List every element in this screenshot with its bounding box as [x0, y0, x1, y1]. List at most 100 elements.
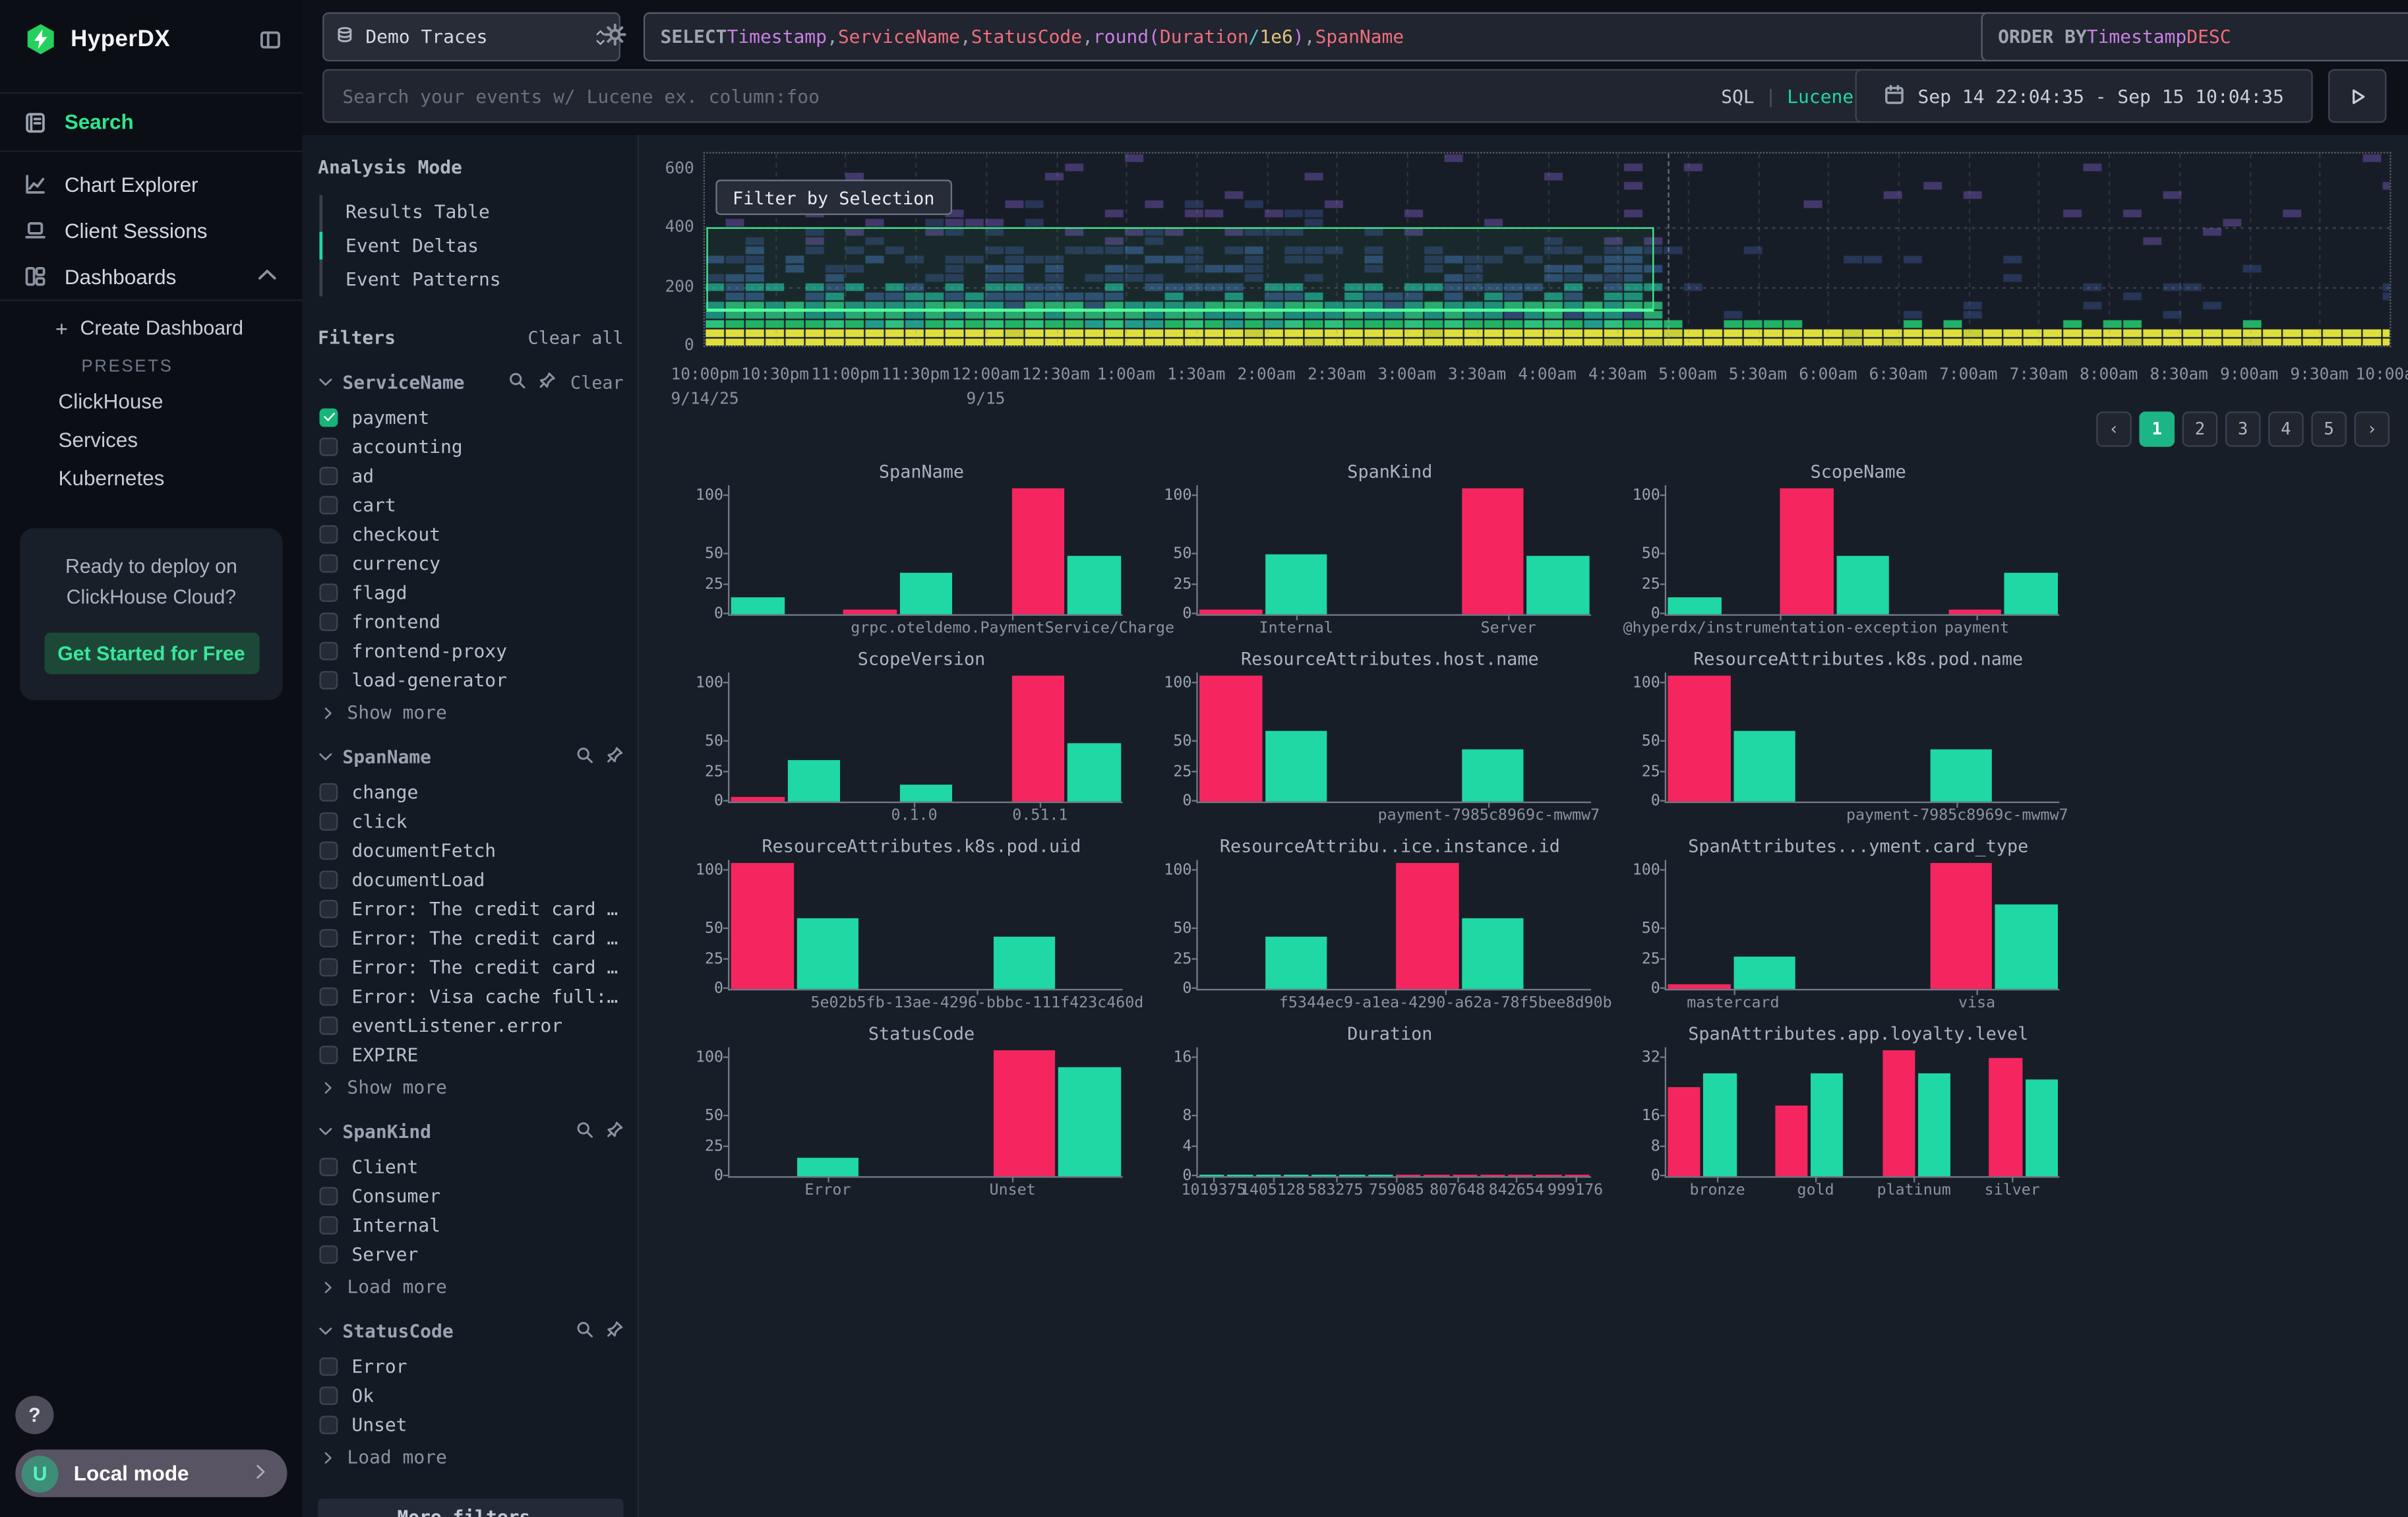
sidebar-item-chart-explorer[interactable]: Chart Explorer — [0, 162, 303, 208]
search-input[interactable] — [340, 84, 1709, 108]
filter-option-error[interactable]: Error — [319, 1356, 623, 1376]
filter-option-error-visa-cache-full[interactable]: Error: Visa cache full: … — [319, 986, 623, 1005]
filter-option-error-the-credit-card[interactable]: Error: The credit card (… — [319, 928, 623, 947]
checkbox[interactable] — [319, 1045, 338, 1063]
checkbox[interactable] — [319, 783, 338, 801]
filter-option-ad[interactable]: ad — [319, 465, 623, 485]
filter-option-load-generator[interactable]: load-generator — [319, 669, 623, 689]
page-button-4[interactable]: 4 — [2268, 411, 2304, 447]
filter-option-frontend-proxy[interactable]: frontend-proxy — [319, 640, 623, 660]
checkbox[interactable] — [319, 1215, 338, 1234]
checkbox[interactable] — [319, 986, 338, 1005]
events-heatmap[interactable]: Filter by Selection — [705, 154, 2390, 345]
checkbox[interactable] — [319, 583, 338, 601]
page-button-2[interactable]: 2 — [2182, 411, 2218, 447]
chevron-down-icon[interactable] — [318, 374, 333, 390]
chevron-down-icon[interactable] — [318, 1324, 333, 1339]
checkbox[interactable] — [319, 1357, 338, 1375]
checkbox[interactable] — [319, 641, 338, 659]
load-more[interactable]: Load more — [321, 1446, 624, 1468]
pin-action[interactable] — [607, 746, 624, 768]
checkbox[interactable] — [319, 957, 338, 976]
lucene-toggle[interactable]: Lucene — [1787, 85, 1853, 107]
filter-option-error-the-credit-card[interactable]: Error: The credit card (… — [319, 899, 623, 918]
page-button-3[interactable]: 3 — [2225, 411, 2261, 447]
prev-page-button[interactable]: ‹ — [2096, 411, 2132, 447]
checkbox[interactable] — [319, 841, 338, 859]
filter-option-error-the-credit-card[interactable]: Error: The credit card (… — [319, 957, 623, 976]
filter-by-selection-button[interactable]: Filter by Selection — [715, 180, 951, 216]
filter-option-accounting[interactable]: accounting — [319, 436, 623, 456]
analysis-mode-event-patterns[interactable]: Event Patterns — [322, 262, 624, 296]
filter-option-flagd[interactable]: flagd — [319, 582, 623, 602]
filter-option-unset[interactable]: Unset — [319, 1414, 623, 1434]
sidebar-collapse-button[interactable] — [260, 28, 282, 50]
checkbox[interactable] — [319, 812, 338, 830]
page-button-5[interactable]: 5 — [2311, 411, 2347, 447]
filter-option-ok[interactable]: Ok — [319, 1385, 623, 1405]
load-more[interactable]: Load more — [321, 1276, 624, 1297]
help-button[interactable]: ? — [15, 1396, 53, 1434]
date-range-picker[interactable]: Sep 14 22:04:35 - Sep 15 10:04:35 — [1855, 69, 2313, 123]
filter-option-server[interactable]: Server — [319, 1244, 623, 1264]
filter-option-consumer[interactable]: Consumer — [319, 1185, 623, 1205]
checkbox[interactable] — [319, 928, 338, 947]
sidebar-item-dashboards[interactable]: Dashboards — [0, 253, 303, 301]
page-button-1[interactable]: 1 — [2139, 411, 2175, 447]
checkbox[interactable] — [319, 670, 338, 689]
sidebar-preset-services[interactable]: Services — [0, 421, 303, 459]
checkbox[interactable] — [319, 1016, 338, 1034]
search-action[interactable] — [576, 1121, 593, 1143]
checkbox[interactable] — [319, 524, 338, 543]
checkbox[interactable] — [319, 1245, 338, 1263]
sidebar-item-client-sessions[interactable]: Client Sessions — [0, 207, 303, 253]
analysis-mode-results-table[interactable]: Results Table — [322, 195, 624, 229]
chevron-down-icon[interactable] — [318, 750, 333, 765]
source-select[interactable]: Demo Traces — [322, 13, 620, 62]
checkbox[interactable] — [319, 870, 338, 888]
pin-action[interactable] — [539, 372, 557, 394]
sidebar-preset-kubernetes[interactable]: Kubernetes — [0, 459, 303, 497]
search-action[interactable] — [576, 1321, 593, 1342]
pin-action[interactable] — [607, 1321, 624, 1342]
checkbox[interactable] — [319, 1415, 338, 1433]
analysis-mode-event-deltas[interactable]: Event Deltas — [322, 229, 624, 262]
gear-icon[interactable] — [603, 23, 626, 51]
sidebar-item-create-dashboard[interactable]: + Create Dashboard — [0, 301, 303, 346]
pin-action[interactable] — [607, 1121, 624, 1143]
checkbox[interactable] — [319, 1186, 338, 1205]
order-by-input[interactable]: ORDER BY Timestamp DESC — [1981, 13, 2408, 62]
sidebar-item-search[interactable]: Search — [0, 92, 303, 152]
checkbox[interactable] — [319, 1157, 338, 1175]
chevron-down-icon[interactable] — [318, 1124, 333, 1139]
filter-option-payment[interactable]: payment — [319, 407, 623, 427]
checkbox[interactable] — [319, 899, 338, 918]
next-page-button[interactable]: › — [2355, 411, 2390, 447]
show-more[interactable]: Show more — [321, 701, 624, 723]
clear-group-filter[interactable]: Clear — [570, 372, 624, 394]
heatmap-canvas[interactable] — [705, 154, 2390, 345]
checkbox[interactable] — [319, 437, 338, 456]
sidebar-presets-toggle[interactable]: PRESETS — [0, 345, 303, 382]
filter-option-client[interactable]: Client — [319, 1156, 623, 1176]
filter-option-eventlistener-error[interactable]: eventListener.error — [319, 1015, 623, 1035]
checkbox[interactable] — [319, 495, 338, 514]
clear-all-filters[interactable]: Clear all — [527, 327, 623, 349]
checkbox[interactable] — [319, 554, 338, 572]
get-started-button[interactable]: Get Started for Free — [44, 633, 258, 674]
sidebar-preset-clickhouse[interactable]: ClickHouse — [0, 382, 303, 421]
show-more[interactable]: Show more — [321, 1077, 624, 1098]
checkbox[interactable] — [319, 1386, 338, 1404]
local-mode-menu[interactable]: U Local mode — [15, 1450, 287, 1497]
filter-option-checkout[interactable]: checkout — [319, 523, 623, 543]
filter-option-documentload[interactable]: documentLoad — [319, 869, 623, 889]
filter-option-cart[interactable]: cart — [319, 494, 623, 514]
sql-toggle[interactable]: SQL — [1721, 85, 1755, 107]
more-filters-button[interactable]: More filters — [318, 1499, 623, 1517]
filter-option-change[interactable]: change — [319, 782, 623, 802]
search-action[interactable] — [576, 746, 593, 768]
filter-option-click[interactable]: click — [319, 811, 623, 831]
search-action[interactable] — [509, 372, 526, 394]
checkbox[interactable] — [319, 612, 338, 630]
filter-option-documentfetch[interactable]: documentFetch — [319, 840, 623, 860]
